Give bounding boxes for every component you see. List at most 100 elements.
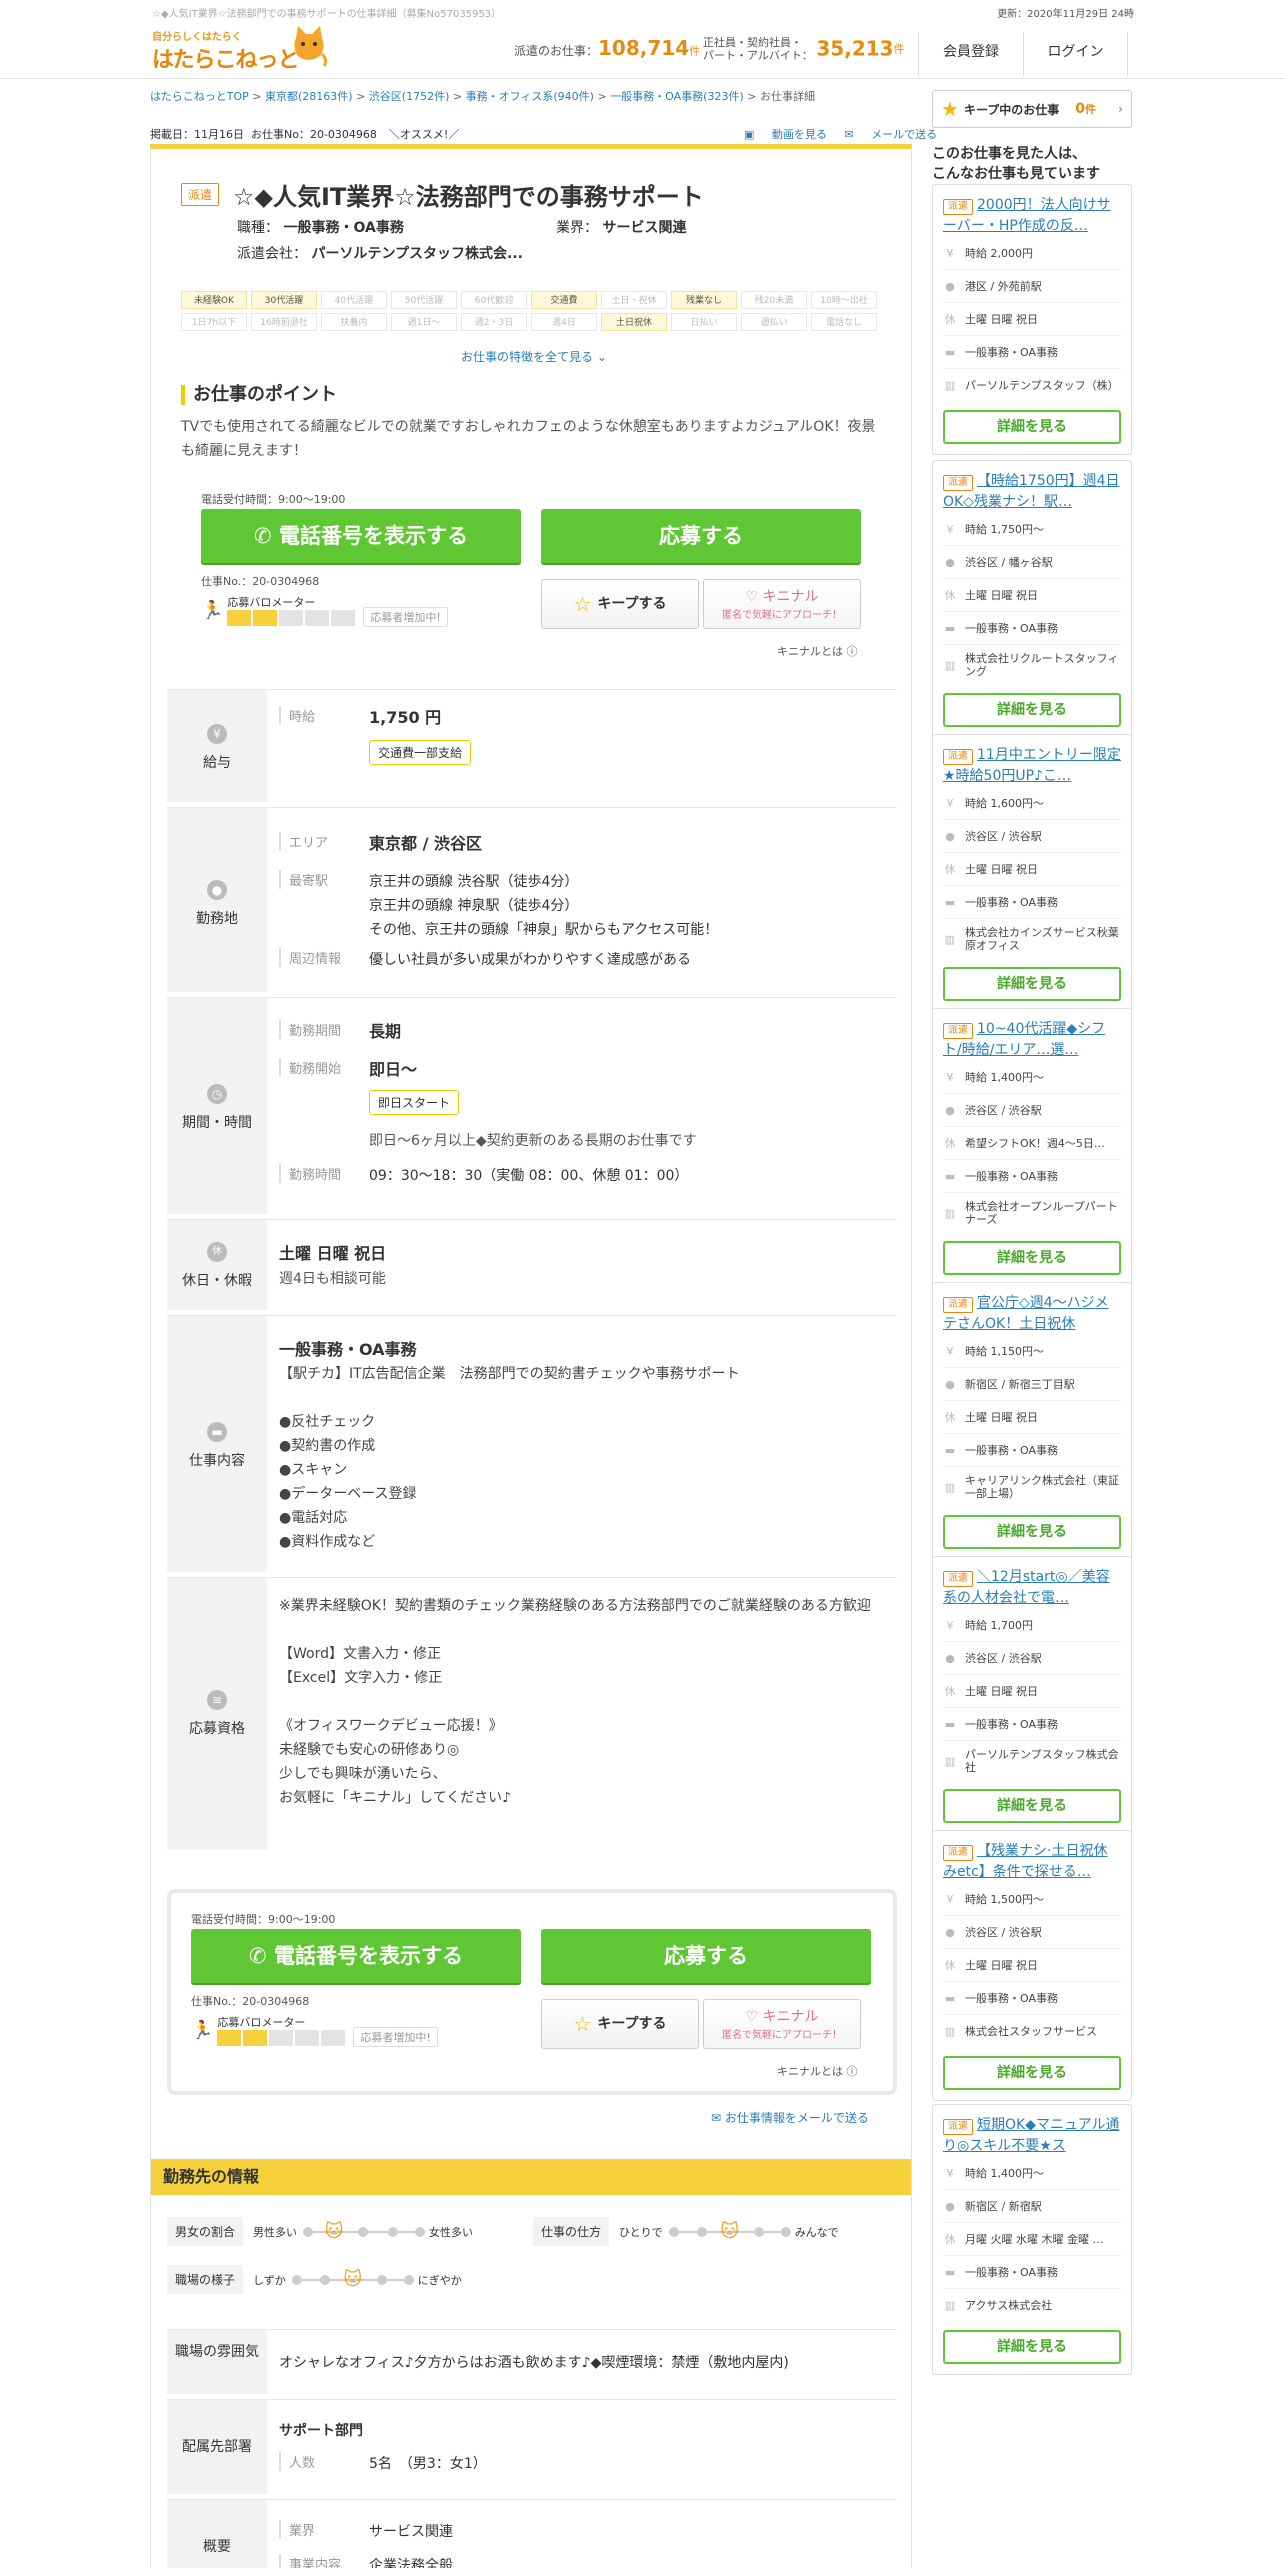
text-line: 未経験でも安心の研修あり◎ bbox=[279, 1742, 460, 1758]
feature-tag: 土日祝休 bbox=[601, 313, 667, 331]
related-job-holidays: 休希望シフトOK！週4～5日… bbox=[943, 1127, 1121, 1160]
pin-icon: ● bbox=[945, 829, 955, 843]
text-line: 【Excel】文字入力・修正 bbox=[279, 1670, 443, 1686]
show-phone-button[interactable]: ✆ 電話番号を表示する bbox=[191, 1929, 521, 1983]
related-job-title[interactable]: 派遣 10~40代活躍◆シフト/時給/エリア…選… bbox=[943, 1019, 1121, 1061]
breadcrumb-tokyo[interactable]: 東京都(28163件) bbox=[265, 90, 353, 103]
location-row: ● 勤務地 エリア 東京都 / 渋谷区 最寄駅 京王井の頭線 渋谷駅（徒歩4分） 京王… bbox=[167, 807, 897, 997]
site-logo[interactable]: 自分らしくはたらく はたらこねっと bbox=[150, 22, 340, 73]
apply-action-bottom: 電話受付時間：9:00～19:00 ✆ 電話番号を表示する 応募する 仕事No.… bbox=[191, 1911, 911, 2091]
view-details-button[interactable]: 詳細を見る bbox=[943, 1515, 1121, 1549]
related-job-company: ▥ 株式会社オープンループパートナーズ bbox=[944, 1200, 1118, 1226]
posted-info: 掲載日：11月16日 お仕事No：20-0304968 ＼オススメ!／ bbox=[150, 128, 460, 141]
text-line: ●資料作成など bbox=[279, 1534, 376, 1550]
document-icon: ≡ bbox=[207, 1690, 227, 1710]
show-all-features-link[interactable]: お仕事の特徴を全て見る ⌄ bbox=[461, 348, 607, 365]
related-job-wage: ¥ 時給 1,400円～ bbox=[943, 2157, 1121, 2190]
location-head: ● 勤務地 bbox=[167, 808, 267, 992]
related-job-location: ● 渋谷区 / 渋谷駅 bbox=[943, 820, 1121, 853]
work-style-slider: 仕事の仕方 ひとりで 🐱 みんなで bbox=[533, 2217, 839, 2246]
view-details-button[interactable]: 詳細を見る bbox=[943, 1241, 1121, 1275]
view-details-button[interactable]: 詳細を見る bbox=[943, 2056, 1121, 2090]
show-phone-button[interactable]: ✆ 電話番号を表示する bbox=[201, 509, 521, 563]
related-job-holidays: 休土曜 日曜 祝日 bbox=[943, 579, 1121, 612]
keep-button[interactable]: ☆ キープする bbox=[541, 1999, 699, 2049]
holiday-head: 休休日・休暇 bbox=[167, 1220, 267, 1310]
mail-job-link[interactable]: ✉ お仕事情報をメールで送る bbox=[711, 2109, 869, 2126]
yen-icon: ¥ bbox=[946, 246, 954, 260]
briefcase-icon: ▬ bbox=[944, 1991, 956, 2005]
related-job-location: ● 新宿区 / 新宿駅 bbox=[943, 2190, 1121, 2223]
employment-type-badge: 派遣 bbox=[943, 1297, 973, 1313]
apply-button[interactable]: 応募する bbox=[541, 509, 861, 563]
breadcrumb-top[interactable]: はたらこねっとTOP bbox=[150, 90, 249, 103]
job-number: 仕事No.：20-0304968 bbox=[191, 1995, 310, 2008]
related-job-wage: ¥ 時給 1,750円～ bbox=[943, 513, 1121, 546]
related-job-company: ▥ パーソルテンプスタッフ株式会社 bbox=[944, 1748, 1119, 1774]
gender-ratio-slider: 男女の割合 男性多い 🐱 女性多い bbox=[167, 2217, 473, 2246]
related-job-title[interactable]: 派遣 11月中エントリー限定★時給50円UP♪こ… bbox=[943, 745, 1121, 787]
related-job-title[interactable]: 派遣 ＼12月start◎／美容系の人材会社で電… bbox=[943, 1567, 1121, 1609]
pin-icon: ● bbox=[945, 1377, 955, 1391]
apply-button[interactable]: 応募する bbox=[541, 1929, 871, 1983]
holiday-icon: 休 bbox=[944, 2232, 956, 2246]
kininaru-button[interactable]: ♡ キニナル 匿名で気軽にアプローチ！ bbox=[703, 1999, 861, 2049]
cat-marker-icon: 🐱 bbox=[324, 2220, 344, 2242]
keep-label: キープ中のお仕事 bbox=[963, 102, 1060, 117]
text-line: ●反社チェック bbox=[279, 1414, 376, 1430]
transport-badge: 交通費一部支給 bbox=[369, 740, 472, 765]
breadcrumb-office[interactable]: 事務・オフィス系(940件) bbox=[466, 90, 594, 103]
briefcase-icon: ▬ bbox=[207, 1422, 227, 1442]
view-details-button[interactable]: 詳細を見る bbox=[943, 967, 1121, 1001]
feature-tag: 残業なし bbox=[671, 291, 737, 309]
feature-tag: 40代活躍 bbox=[321, 291, 387, 309]
kininaru-help-link[interactable]: キニナルとは ⓘ bbox=[777, 643, 858, 659]
mail-send-link[interactable]: ✉ メールで送る bbox=[844, 128, 937, 141]
keep-button[interactable]: ☆ キープする bbox=[541, 579, 699, 629]
text-line: ●電話対応 bbox=[279, 1510, 348, 1526]
employment-type-badge: 派遣 bbox=[943, 749, 973, 765]
related-job-title[interactable]: 派遣 【残業ナシ·土日祝休みetc】条件で探せる… bbox=[943, 1841, 1121, 1883]
employment-type-badge: 派遣 bbox=[943, 1845, 973, 1861]
building-icon: ▥ bbox=[944, 1480, 956, 1494]
related-job-category: ▬ 一般事務・OA事務 bbox=[943, 612, 1121, 645]
related-job-title[interactable]: 派遣 2000円！法人向けサーバー・HP作成の反… bbox=[943, 195, 1121, 237]
meter-segment bbox=[217, 2030, 242, 2046]
view-details-button[interactable]: 詳細を見る bbox=[943, 2330, 1121, 2364]
related-job-category: ▬ 一般事務・OA事務 bbox=[943, 886, 1121, 919]
breadcrumb-shibuya[interactable]: 渋谷区(1752件) bbox=[369, 90, 450, 103]
apply-action-box: 電話受付時間：9:00～19:00 ✆ 電話番号を表示する 応募する 仕事No.… bbox=[201, 491, 921, 671]
qualification-text: ※業界未経験OK！契約書類のチェック業務経験のある方法務部門でのご就業経験のある… bbox=[279, 1594, 889, 1810]
star-icon: ★ bbox=[941, 97, 959, 121]
login-button[interactable]: ログイン bbox=[1023, 32, 1128, 76]
related-job-title[interactable]: 派遣 短期OK◆マニュアル通り◎スキル不要★ス bbox=[943, 2115, 1121, 2157]
meter-segment bbox=[279, 610, 304, 626]
job-detail-card: 派遣 ☆◆人気IT業界☆法務部門での事務サポート 職種： 一般事務・OA事務 業… bbox=[150, 144, 912, 2568]
text-line: ※業界未経験OK！契約書類のチェック業務経験のある方法務部門でのご就業経験のある… bbox=[279, 1598, 871, 1614]
video-link[interactable]: ▣ 動画を見る bbox=[744, 128, 827, 141]
feature-tag: 10時～出社 bbox=[811, 291, 877, 309]
related-job-company: ▥ 株式会社スタッフサービス bbox=[944, 2025, 1097, 2038]
related-job-holidays: 休土曜 日曜 祝日 bbox=[943, 1401, 1121, 1434]
period-head: ◷ 期間・時間 bbox=[167, 998, 267, 1214]
building-icon: ▥ bbox=[944, 2299, 956, 2312]
view-details-button[interactable]: 詳細を見る bbox=[943, 1789, 1121, 1823]
related-job-wage: ¥ 時給 1,600円～ bbox=[943, 787, 1121, 820]
register-button[interactable]: 会員登録 bbox=[918, 32, 1023, 76]
office-mood-slider: 職場の様子 しずか 🐱 にぎやか bbox=[167, 2265, 462, 2294]
breadcrumb-general[interactable]: 一般事務・OA事務(323件) bbox=[610, 90, 744, 103]
feature-tag: 30代活躍 bbox=[251, 291, 317, 309]
department-row: 配属先部署 サポート部門 人数 5名 （男3：女1） bbox=[167, 2399, 897, 2499]
pin-icon: ● bbox=[945, 2199, 955, 2213]
related-job-title[interactable]: 派遣 【時給1750円】週4日OK◇残業ナシ！駅… bbox=[943, 471, 1121, 513]
related-job-company: ▥ アクサス株式会社 bbox=[944, 2299, 1053, 2312]
apply-barometer: 🏃 応募バロメーター 応募者増加中! bbox=[201, 593, 448, 627]
kininaru-help-link[interactable]: キニナルとは ⓘ bbox=[777, 2063, 858, 2079]
kininaru-button[interactable]: ♡ キニナル 匿名で気軽にアプローチ！ bbox=[703, 579, 861, 629]
view-details-button[interactable]: 詳細を見る bbox=[943, 693, 1121, 727]
related-job-title[interactable]: 派遣 官公庁◇週4～ハジメテさんOK！土日祝休 bbox=[943, 1293, 1121, 1335]
view-details-button[interactable]: 詳細を見る bbox=[943, 410, 1121, 444]
text-line bbox=[279, 1690, 889, 1714]
keep-list-button[interactable]: ★ キープ中のお仕事 0件 › bbox=[932, 90, 1132, 128]
feature-tag: 50代活躍 bbox=[391, 291, 457, 309]
